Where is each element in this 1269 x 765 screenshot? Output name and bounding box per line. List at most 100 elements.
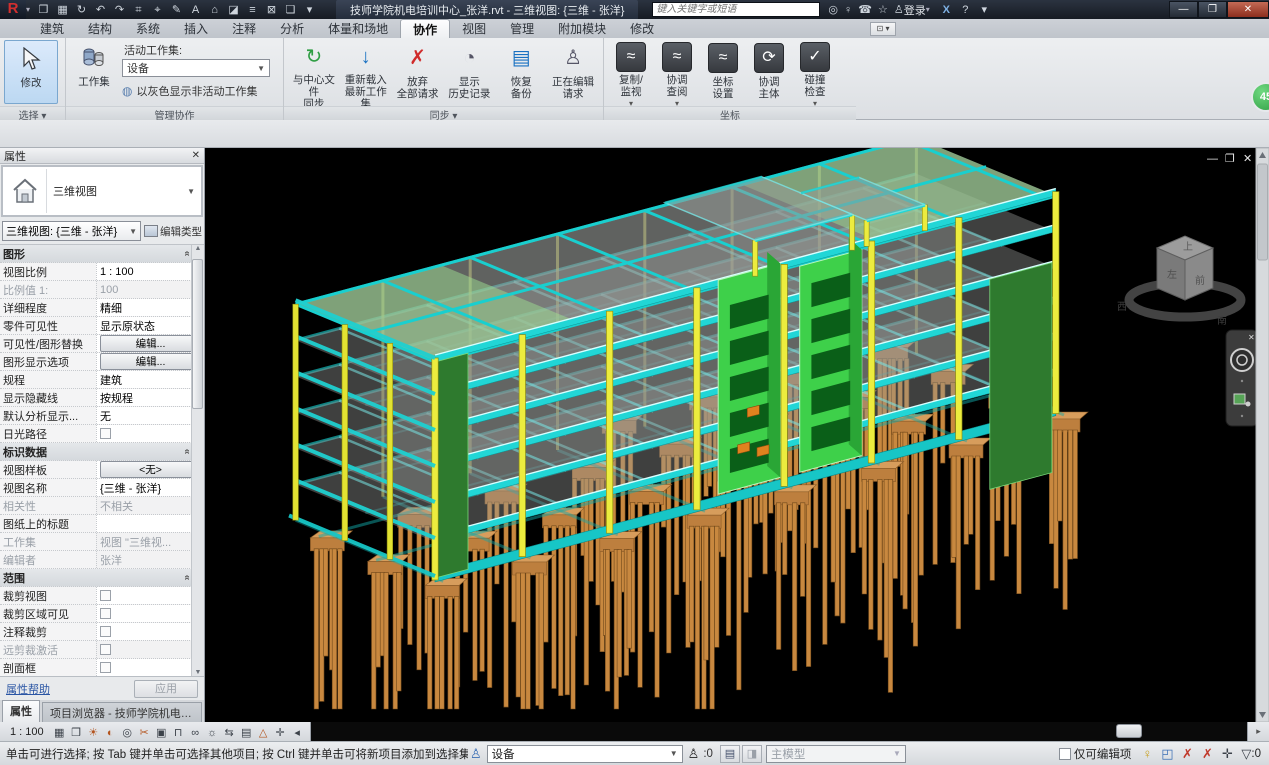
editing-requests-icon[interactable]: ♙ [688,746,700,762]
property-checkbox[interactable] [100,428,111,439]
tab-insert[interactable]: 插入 [172,19,220,38]
navigation-bar[interactable]: ✕ [1226,330,1258,426]
coordination-review-button[interactable]: ≈ 协调查阅 ▾ [654,40,700,104]
property-value[interactable]: 张洋 [96,551,204,568]
subscription-key-icon[interactable]: ♀ [844,4,852,16]
worksets-editable-icon[interactable]: ♀ [1137,746,1157,762]
property-value[interactable]: 编辑... [96,353,204,370]
property-value[interactable]: 编辑... [96,335,204,352]
tab-analyze[interactable]: 分析 [268,19,316,38]
properties-help-link[interactable]: 属性帮助 [6,681,50,697]
view-window-controls[interactable]: —❐✕ [1207,153,1252,165]
property-checkbox[interactable] [100,626,111,637]
tab-collaborate[interactable]: 协作 [400,19,450,38]
property-value[interactable]: 1 : 100 [96,263,204,280]
sync-central-icon[interactable]: ↻ [73,2,90,18]
property-checkbox[interactable] [100,662,111,673]
app-menu-button[interactable]: R [0,0,26,19]
show-history-button[interactable]: ◔ 显示历史记录 [443,40,495,104]
scrollbar-corner[interactable]: ▸ [1247,722,1269,741]
communication-center-icon[interactable]: ☎ [858,3,872,16]
property-checkbox[interactable] [100,590,111,601]
close-button[interactable]: ✕ [1227,1,1269,18]
status-workset-select[interactable]: 设备▼ [487,745,683,763]
property-value[interactable]: 视图 "三维视... [96,533,204,550]
property-value[interactable]: 建筑 [96,371,204,388]
thin-lines-icon[interactable]: ≡ [244,2,261,18]
gray-inactive-worksets-toggle[interactable]: ◍ 以灰色显示非活动工作集 [122,83,270,99]
sun-path-icon[interactable]: ☀ [85,724,102,740]
palette-tab-project-browser[interactable]: 项目浏览器 - 技师学院机电培训... [42,702,202,722]
tab-systems[interactable]: 系统 [124,19,172,38]
property-value[interactable] [96,659,204,676]
tab-addins[interactable]: 附加模块 [546,19,618,38]
type-selector[interactable]: 三维视图 ▼ [1,165,203,217]
undo-icon[interactable]: ↶ [92,2,109,18]
tab-annotate[interactable]: 注释 [220,19,268,38]
reveal-hidden-icon[interactable]: ☼ [204,724,221,740]
sync-with-central-button[interactable]: ↻ 与中心文件同步 ▾ [288,40,340,104]
properties-scrollbar[interactable]: ▲▼ [191,245,204,676]
coordination-host-button[interactable]: ⟳ 协调主体 [746,40,792,104]
property-value[interactable]: {三维 - 张洋} [96,479,204,496]
rendering-dialog-icon[interactable]: ◎ [119,724,136,740]
drag-on-selection-icon[interactable]: ✛ [1217,746,1237,762]
palette-tab-properties[interactable]: 属性 [2,700,40,722]
property-checkbox[interactable] [100,644,111,655]
exchange-apps-icon[interactable]: X [938,2,955,18]
signin-person-icon[interactable]: ♙ [894,3,904,16]
relinquish-all-button[interactable]: ✗ 放弃全部请求 [392,40,444,104]
open-icon[interactable]: ❐ [35,2,52,18]
property-value[interactable]: 显示原状态 [96,317,204,334]
filter-icon[interactable]: ▽ [1241,746,1251,762]
tab-structure[interactable]: 结构 [76,19,124,38]
viewbar-expand-icon[interactable]: ◂ [289,724,306,740]
lock-3d-view-icon[interactable]: ⊓ [170,724,187,740]
temporary-view-properties-icon[interactable]: ▤ [238,724,255,740]
horizontal-scrollbar[interactable] [311,722,1247,741]
property-value[interactable] [96,641,204,658]
minimize-button[interactable]: — [1169,1,1198,18]
measure-icon[interactable]: ⌗ [130,2,147,18]
exclude-pinned-icon[interactable]: ✗ [1177,746,1197,762]
displacement-icon[interactable]: ✛ [272,724,289,740]
instance-selector[interactable]: 三维视图: {三维 - 张洋}▼ [2,221,141,241]
edit-type-button[interactable]: 编辑类型 [144,224,202,239]
property-value[interactable]: 精细 [96,299,204,316]
viewcube[interactable]: 上左前西南 [1117,236,1241,327]
infocenter-search-input[interactable] [652,2,820,17]
aligned-dimension-icon[interactable]: ⌖ [149,2,166,18]
tag-icon[interactable]: ✎ [168,2,185,18]
coordination-settings-button[interactable]: ≈ 坐标设置 [700,40,746,104]
reload-latest-button[interactable]: ↓ 重新载入最新工作集 [340,40,392,104]
property-value[interactable]: 不相关 [96,497,204,514]
horizontal-scrollbar-thumb[interactable] [1116,724,1142,738]
property-value[interactable]: <无> [96,461,204,478]
worksets-button[interactable]: 工作集 [70,40,118,104]
properties-close-icon[interactable]: ✕ [192,150,200,161]
property-checkbox[interactable] [100,608,111,619]
property-value[interactable] [96,425,204,442]
editable-only-checkbox[interactable] [1059,748,1071,760]
visual-style-icon[interactable]: ❒ [68,724,85,740]
model-3d-view[interactable]: 上左前西南✕ —❐✕ [205,148,1269,722]
help-caret-icon[interactable]: ▾ [976,2,993,18]
properties-scrollbar-thumb[interactable] [192,259,203,409]
tab-massing-site[interactable]: 体量和场地 [316,19,400,38]
text-icon[interactable]: A [187,2,204,18]
property-value[interactable] [96,515,204,532]
design-options-button[interactable]: ◨ [742,745,762,763]
qat-customize-icon[interactable]: ▾ [301,2,318,18]
close-hidden-windows-icon[interactable]: ⊠ [263,2,280,18]
tab-modify[interactable]: 修改 [618,19,666,38]
worksets-dialog-button[interactable]: ▤ [720,745,740,763]
tab-manage[interactable]: 管理 [498,19,546,38]
temporary-hide-isolate-icon[interactable]: ∞ [187,724,204,740]
vertical-scrollbar[interactable] [1256,148,1269,722]
interference-check-button[interactable]: ✓ 碰撞检查 ▾ [792,40,838,104]
signin-caret-icon[interactable]: ▾ [926,5,930,14]
property-value[interactable] [96,623,204,640]
crop-view-icon[interactable]: ✂ [136,724,153,740]
drawing-area[interactable]: 上左前西南✕ —❐✕ [205,148,1269,722]
restore-button[interactable]: ❐ [1198,1,1227,18]
